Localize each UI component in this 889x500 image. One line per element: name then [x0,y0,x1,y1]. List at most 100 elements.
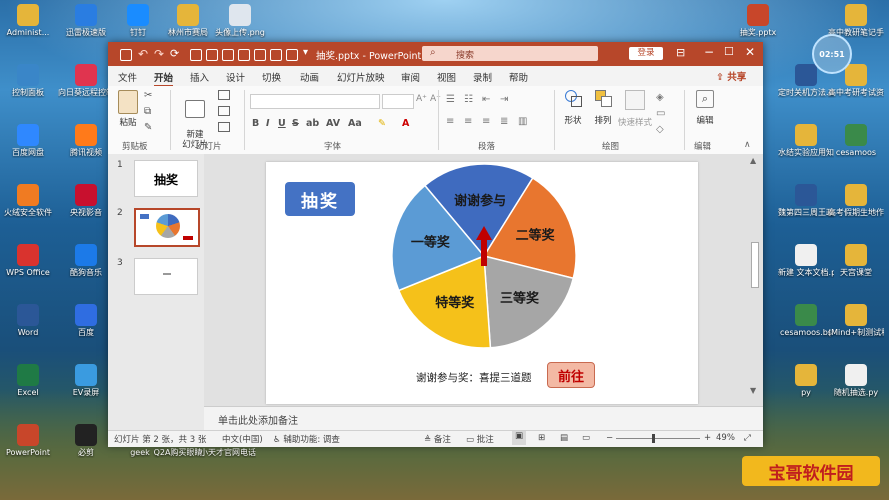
desktop-icon[interactable]: (Mind+制测试程序 [828,304,884,338]
align-right-icon[interactable]: ≡ [482,116,490,127]
tab-home[interactable]: 开始 [154,70,174,87]
spacing-icon[interactable]: AV [326,118,340,129]
justify-icon[interactable]: ≣ [500,116,508,127]
refresh-icon[interactable]: ⟳ [170,47,179,60]
columns-icon[interactable]: ▥ [518,116,527,127]
accessibility-status[interactable]: ♿ 辅助功能: 调查 [273,433,340,445]
slide-thumbnail-1[interactable]: 抽奖 [134,160,198,197]
desktop-icon[interactable]: WPS Office [0,244,56,278]
zoom-slider-thumb[interactable] [652,434,655,443]
desktop-icon[interactable]: 新建 文本文档.py [778,244,834,278]
shadow-icon[interactable]: ab [306,118,319,129]
comments-button[interactable]: ▭ 批注 [466,433,494,445]
tab-view[interactable]: 视图 [437,70,456,84]
bullets-icon[interactable]: ☰ [446,94,455,105]
tab-help[interactable]: 帮助 [509,70,528,84]
arrange-button[interactable]: 排列 [590,90,616,126]
zoom-slider[interactable] [616,434,700,443]
status-language[interactable]: 中文(中国) [222,433,263,445]
desktop-icon[interactable]: 抽奖.pptx [730,4,786,38]
italic-icon[interactable]: I [266,118,270,129]
desktop-icon[interactable]: Administ... [0,4,56,38]
login-button[interactable]: 登录 [629,47,663,60]
outline-icon[interactable]: ▭ [656,108,665,119]
scroll-down-icon[interactable]: ▼ [750,386,756,395]
sorter-view-icon[interactable]: ⊞ [538,433,545,443]
desktop-clock-widget[interactable]: 02:51 [812,34,852,74]
shrink-font-icon[interactable]: A⁻ [430,94,441,104]
format-painter-icon[interactable] [286,49,298,61]
desktop-icon[interactable]: cesamoos [828,124,884,158]
font-size-select[interactable] [382,94,414,109]
cut-icon[interactable]: ✂ [144,90,152,101]
slide-thumbnail-2[interactable] [134,208,200,247]
outdent-icon[interactable]: ⇥ [500,94,508,105]
desktop-icon[interactable]: 控制面板 [0,64,56,98]
desktop-icon[interactable]: EV录屏 [58,364,114,398]
copy-icon[interactable]: ⧉ [144,106,151,117]
section-icon[interactable] [218,122,230,132]
maximize-icon[interactable]: ☐ [724,45,734,58]
desktop-icon[interactable]: 百度 [58,304,114,338]
fill-icon[interactable]: ◈ [656,92,664,103]
desktop-icon[interactable]: 腾讯视频 [58,124,114,158]
start-icon[interactable] [206,49,218,61]
bold-icon[interactable]: B [252,118,259,129]
case-icon[interactable]: Aa [348,118,362,129]
desktop-icon[interactable]: 小天才官网电话 [200,448,256,458]
link-icon[interactable] [254,49,266,61]
zoom-level[interactable]: 49% [716,433,735,443]
desktop-icon[interactable]: 魏第四三周王政... [778,184,834,218]
highlight-icon[interactable]: ✎ [378,118,386,129]
normal-view-icon[interactable]: ▣ [512,431,526,445]
crop-icon[interactable] [222,49,234,61]
desktop-icon[interactable]: 林州市赛局 [160,4,216,38]
tab-transitions[interactable]: 切换 [262,70,281,84]
ribbon-display-icon[interactable]: ⊟ [676,46,685,59]
brush-icon[interactable]: ✎ [144,122,152,133]
zoom-out-icon[interactable]: − [606,433,613,443]
effects-icon[interactable]: ◇ [656,124,664,135]
desktop-icon[interactable]: Q2A购买眼睛 [150,448,206,458]
prize-pie-chart[interactable]: 谢谢参与二等奖三等奖 特等奖 一等奖 [266,162,698,404]
share-button[interactable]: ⇪ 共享 [716,69,746,83]
tab-insert[interactable]: 插入 [190,70,209,84]
slide-thumbnail-3[interactable] [134,258,198,295]
undo-icon[interactable]: ↶ [138,47,148,61]
desktop-icon[interactable]: 水结实验应用知识 [778,124,834,158]
desktop-icon[interactable]: 头像上传.png [212,4,268,38]
reset-icon[interactable] [218,106,230,116]
underline-icon[interactable]: U [278,118,286,129]
desktop-icon[interactable]: 酷狗音乐 [58,244,114,278]
close-icon[interactable]: ✕ [745,45,755,59]
search-box[interactable]: ⌕ 搜索 [422,46,598,61]
desktop-icon[interactable]: cesamoos.bs [778,304,834,338]
collapse-ribbon-icon[interactable]: ∧ [744,140,751,150]
desktop-icon[interactable]: Excel [0,364,56,398]
desktop-icon[interactable]: 火绒安全软件 [0,184,56,218]
tab-design[interactable]: 设计 [226,70,245,84]
notes-pane[interactable]: 单击此处添加备注 [204,406,763,431]
desktop-icon[interactable]: 钉钉 [110,4,166,38]
align-left-icon[interactable]: ≡ [446,116,454,127]
go-button[interactable]: 前往 [547,362,595,388]
strikethrough-icon[interactable]: S [292,118,299,129]
tab-review[interactable]: 审阅 [401,70,420,84]
slideshow-view-icon[interactable]: ▭ [582,433,590,443]
edit-button[interactable]: ⌕ 编辑 [692,90,718,126]
shape-button[interactable]: 形状 [560,90,586,126]
desktop-icon[interactable]: 向日葵远程控制 [58,64,114,98]
numbering-icon[interactable]: ☷ [464,94,473,105]
tab-file[interactable]: 文件 [118,70,137,84]
desktop-icon[interactable]: Word [0,304,56,338]
font-name-select[interactable] [250,94,380,109]
tab-slideshow[interactable]: 幻灯片放映 [337,70,385,84]
tab-animations[interactable]: 动画 [300,70,319,84]
fit-slide-icon[interactable]: ⤢ [744,433,751,443]
print-icon[interactable] [270,49,282,61]
zoom-in-icon[interactable]: + [704,433,711,443]
desktop-icon[interactable]: 天宫课堂 [828,244,884,278]
tab-record[interactable]: 录制 [473,70,492,84]
align-center-icon[interactable]: ≡ [464,116,472,127]
font-color-icon[interactable]: A [402,118,409,129]
